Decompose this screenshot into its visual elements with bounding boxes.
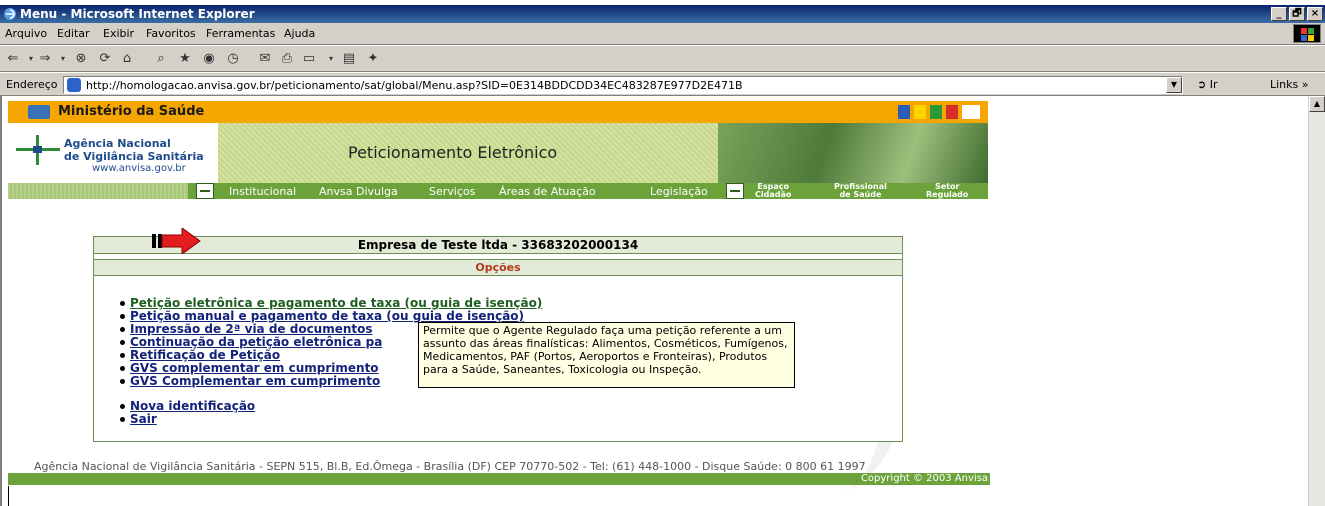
forward-icon[interactable]: ⇒ bbox=[36, 51, 54, 67]
anvisa-cross-icon bbox=[16, 135, 60, 165]
ministry-logo-icon bbox=[28, 105, 50, 119]
go-button[interactable]: ➲ Ir bbox=[1197, 78, 1218, 91]
brasil-logo-icon bbox=[894, 102, 986, 122]
menu-bar: Arquivo Editar Exibir Favoritos Ferramen… bbox=[0, 23, 1325, 45]
site-navbar: Institucional Anvsa Divulga Serviços Áre… bbox=[8, 183, 988, 199]
anvisa-name-line1: Agência Nacional bbox=[64, 137, 171, 150]
banner-title-area: Peticionamento Eletrônico bbox=[218, 123, 718, 183]
address-bar: Endereço http://homologacao.anvisa.gov.b… bbox=[0, 72, 1325, 96]
favorites-icon[interactable]: ★ bbox=[176, 51, 194, 67]
copyright: Copyright © 2003 Anvisa bbox=[860, 473, 988, 484]
windows-logo-icon bbox=[1293, 24, 1321, 43]
messenger-icon[interactable]: ✦ bbox=[364, 51, 382, 67]
navbar-pattern bbox=[8, 183, 188, 199]
ministry-title: Ministério da Saúde bbox=[58, 104, 205, 119]
nav-profissional-line2: de Saúde bbox=[839, 190, 882, 199]
address-url[interactable]: http://homologacao.anvisa.gov.br/peticio… bbox=[86, 79, 743, 92]
address-input[interactable]: http://homologacao.anvisa.gov.br/peticio… bbox=[63, 76, 1183, 94]
menu-favoritos[interactable]: Favoritos bbox=[146, 27, 196, 40]
option-peticao-manual[interactable]: Petição manual e pagamento de taxa (ou g… bbox=[119, 309, 542, 323]
option-sair[interactable]: Sair bbox=[119, 412, 542, 426]
nav-setor-line2: Regulado bbox=[926, 190, 969, 199]
back-icon[interactable]: ⇐ bbox=[4, 51, 22, 67]
standard-toolbar: ⇐ ▾ ⇒ ▾ ⊗ ⟳ ⌂ ⌕ ★ ◉ ◷ ✉ ⎙ ▭ ▾ ▤ ✦ bbox=[0, 45, 1325, 72]
stop-icon[interactable]: ⊗ bbox=[72, 51, 90, 67]
window-titlebar: Menu - Microsoft Internet Explorer _ 🗗 × bbox=[0, 5, 1325, 23]
forward-dropdown-icon[interactable]: ▾ bbox=[54, 51, 72, 67]
edit-dropdown-icon[interactable]: ▾ bbox=[322, 51, 340, 67]
header-banner: Agência Nacional de Vigilância Sanitária… bbox=[8, 123, 988, 183]
anvisa-name-line2: de Vigilância Sanitária bbox=[64, 150, 204, 163]
option-peticao-eletronica[interactable]: Petição eletrônica e pagamento de taxa (… bbox=[119, 296, 542, 310]
links-button[interactable]: Links » bbox=[1270, 78, 1308, 91]
discuss-icon[interactable]: ▤ bbox=[340, 51, 358, 67]
scroll-up-icon[interactable]: ▲ bbox=[1309, 96, 1325, 112]
anvisa-logo[interactable]: Agência Nacional de Vigilância Sanitária… bbox=[8, 123, 218, 183]
vertical-scrollbar[interactable]: ▲ bbox=[1308, 96, 1325, 506]
text-cursor bbox=[8, 486, 9, 506]
print-icon[interactable]: ⎙ bbox=[278, 51, 296, 67]
nav-profissional-saude[interactable]: Profissional de Saúde bbox=[834, 183, 887, 199]
company-name: Empresa de Teste ltda - 33683202000134 bbox=[357, 238, 639, 252]
nav-arrow-icon-2 bbox=[726, 183, 744, 199]
nav-anvsa-divulga[interactable]: Anvsa Divulga bbox=[319, 185, 398, 198]
home-icon[interactable]: ⌂ bbox=[118, 51, 136, 67]
nav-espaco-cidadao[interactable]: Espaço Cidadão bbox=[755, 183, 791, 199]
maximize-button[interactable]: 🗗 bbox=[1289, 7, 1305, 21]
menu-arquivo[interactable]: Arquivo bbox=[5, 27, 47, 40]
nav-servicos[interactable]: Serviços bbox=[429, 185, 475, 198]
edit-icon[interactable]: ▭ bbox=[300, 51, 318, 67]
address-dropdown-icon[interactable]: ▼ bbox=[1166, 77, 1182, 93]
opcoes-title: Opções bbox=[475, 261, 521, 274]
footer-bar: Copyright © 2003 Anvisa bbox=[8, 473, 990, 485]
internet-explorer-icon bbox=[4, 8, 16, 20]
page-icon bbox=[67, 78, 81, 92]
nav-legislacao[interactable]: Legislação bbox=[650, 185, 708, 198]
media-icon[interactable]: ◉ bbox=[200, 51, 218, 67]
nav-setor-regulado[interactable]: Setor Regulado bbox=[926, 183, 968, 199]
red-arrow-icon bbox=[152, 228, 201, 254]
menu-exibir[interactable]: Exibir bbox=[103, 27, 134, 40]
close-button[interactable]: × bbox=[1307, 7, 1323, 21]
minimize-button[interactable]: _ bbox=[1271, 7, 1287, 21]
menu-ferramentas[interactable]: Ferramentas bbox=[206, 27, 275, 40]
keyboard-photo bbox=[718, 123, 988, 183]
nav-institucional[interactable]: Institucional bbox=[229, 185, 296, 198]
opcoes-header: Opções bbox=[94, 259, 902, 276]
nav-arrow-icon bbox=[196, 183, 214, 199]
anvisa-url[interactable]: www.anvisa.gov.br bbox=[92, 163, 186, 174]
ministry-bar: Ministério da Saúde bbox=[8, 101, 988, 123]
nav-areas-atuacao[interactable]: Áreas de Atuação bbox=[499, 185, 596, 198]
mail-icon[interactable]: ✉ bbox=[256, 51, 274, 67]
company-header: Empresa de Teste ltda - 33683202000134 bbox=[94, 237, 902, 254]
viewport-left-border bbox=[0, 96, 2, 506]
menu-editar[interactable]: Editar bbox=[57, 27, 90, 40]
refresh-icon[interactable]: ⟳ bbox=[96, 51, 114, 67]
go-label: Ir bbox=[1209, 78, 1218, 91]
address-label: Endereço bbox=[6, 78, 58, 91]
go-arrow-icon: ➲ bbox=[1197, 78, 1207, 91]
menu-ajuda[interactable]: Ajuda bbox=[284, 27, 315, 40]
banner-title: Peticionamento Eletrônico bbox=[348, 143, 558, 162]
nav-espaco-line2: Cidadão bbox=[755, 190, 792, 199]
history-icon[interactable]: ◷ bbox=[224, 51, 242, 67]
footer-address: Agência Nacional de Vigilância Sanitária… bbox=[34, 460, 866, 473]
window-title: Menu - Microsoft Internet Explorer bbox=[20, 7, 255, 21]
tooltip-peticao-eletronica: Permite que o Agente Regulado faça uma p… bbox=[418, 322, 795, 388]
option-nova-identificacao[interactable]: Nova identificação bbox=[119, 399, 542, 413]
search-icon[interactable]: ⌕ bbox=[152, 51, 170, 67]
